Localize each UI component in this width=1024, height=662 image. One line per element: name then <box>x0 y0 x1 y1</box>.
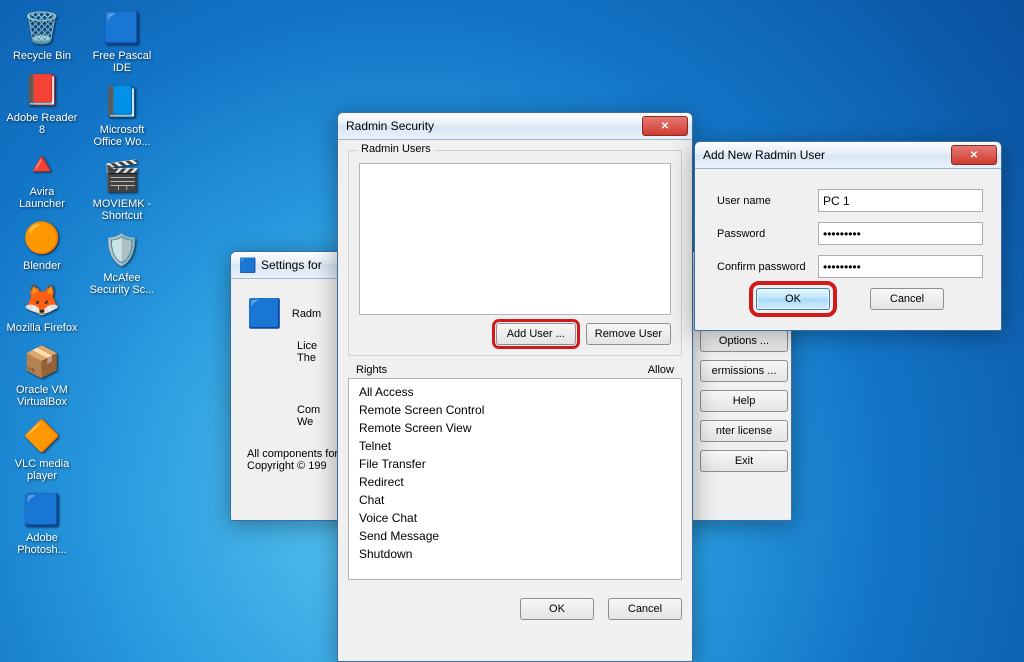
settings-side-buttons: Options ... ermissions ... Help nter licens… <box>700 330 788 472</box>
icon-label: MOVIEMK - Shortcut <box>86 198 158 222</box>
security-ok-row: OK Cancel <box>338 590 692 630</box>
rights-label: Rights <box>356 364 387 376</box>
settings-side-button[interactable]: Help <box>700 390 788 412</box>
add-user-window: Add New Radmin User ✕ User name Password… <box>694 141 1002 331</box>
desktop-icon[interactable]: 🟦Free Pascal IDE <box>86 8 158 74</box>
security-titlebar[interactable]: Radmin Security ✕ <box>338 113 692 140</box>
desktop-icon[interactable]: 🎬MOVIEMK - Shortcut <box>86 156 158 222</box>
desktop-icon[interactable]: 📕Adobe Reader 8 <box>6 70 78 136</box>
settings-side-button[interactable]: Options ... <box>700 330 788 352</box>
settings-side-button[interactable]: Exit <box>700 450 788 472</box>
app-icon: 🗑️ <box>22 8 62 48</box>
desktop-icon[interactable]: 🗑️ Recycle Bin <box>6 8 78 62</box>
radmin-logo-icon: 🟦 <box>247 297 282 330</box>
app-icon: 📦 <box>22 342 62 382</box>
icon-label: VLC media player <box>6 458 78 482</box>
add-user-titlebar[interactable]: Add New Radmin User ✕ <box>695 142 1001 169</box>
confirm-input[interactable] <box>818 255 983 278</box>
desktop-icon[interactable]: 🛡️McAfee Security Sc... <box>86 230 158 296</box>
app-icon: 📘 <box>102 82 142 122</box>
app-icon: 🟦 <box>102 8 142 48</box>
security-cancel-button[interactable]: Cancel <box>608 598 682 620</box>
icon-label: Adobe Photosh... <box>6 532 78 556</box>
icon-label: Blender <box>6 260 78 272</box>
confirm-row: Confirm password <box>717 255 983 278</box>
allow-label: Allow <box>648 364 674 376</box>
settings-app-icon: 🟦 <box>239 257 255 273</box>
rights-item[interactable]: Telnet <box>349 437 681 455</box>
rights-item[interactable]: Remote Screen Control <box>349 401 681 419</box>
desktop-icon[interactable]: 🔺Avira Launcher <box>6 144 78 210</box>
desktop-icon[interactable]: 🟠 Blender <box>6 218 78 272</box>
settings-header: Radm <box>292 308 321 320</box>
icon-label: Oracle VM VirtualBox <box>6 384 78 408</box>
desktop-icon[interactable]: 📘Microsoft Office Wo... <box>86 82 158 148</box>
desktop-icon[interactable]: 🦊 Mozilla Firefox <box>6 280 78 334</box>
rights-item[interactable]: Remote Screen View <box>349 419 681 437</box>
rights-list[interactable]: All AccessRemote Screen ControlRemote Sc… <box>348 378 682 580</box>
icon-label: McAfee Security Sc... <box>86 272 158 296</box>
desktop-icon[interactable]: 📦Oracle VM VirtualBox <box>6 342 78 408</box>
radmin-users-group: Radmin Users Add User ... Remove User <box>348 150 682 356</box>
desktop-icons-col2: 🟦Free Pascal IDE 📘Microsoft Office Wo... 🎬… <box>86 8 158 304</box>
app-icon: 🦊 <box>22 280 62 320</box>
icon-label: Free Pascal IDE <box>86 50 158 74</box>
rights-item[interactable]: File Transfer <box>349 455 681 473</box>
add-user-title: Add New Radmin User <box>703 148 948 162</box>
app-icon: 📕 <box>22 70 62 110</box>
add-user-body: User name Password Confirm password OK C… <box>695 169 1001 320</box>
rights-item[interactable]: Voice Chat <box>349 509 681 527</box>
desktop-icon[interactable]: 🔶VLC media player <box>6 416 78 482</box>
radmin-users-label: Radmin Users <box>357 143 435 155</box>
icon-label: Mozilla Firefox <box>6 322 78 334</box>
icon-label: Recycle Bin <box>6 50 78 62</box>
security-title: Radmin Security <box>346 119 639 133</box>
app-icon: 🟠 <box>22 218 62 258</box>
confirm-label: Confirm password <box>717 261 818 273</box>
icon-label: Adobe Reader 8 <box>6 112 78 136</box>
security-ok-button[interactable]: OK <box>520 598 594 620</box>
desktop-icons-col1: 🗑️ Recycle Bin 📕Adobe Reader 8 🔺Avira Launc… <box>6 8 78 564</box>
app-icon: 🛡️ <box>102 230 142 270</box>
username-input[interactable] <box>818 189 983 212</box>
app-icon: 🟦 <box>22 490 62 530</box>
password-row: Password <box>717 222 983 245</box>
close-icon[interactable]: ✕ <box>951 145 997 165</box>
desktop: 🗑️ Recycle Bin 📕Adobe Reader 8 🔺Avira Launc… <box>0 0 1024 662</box>
users-listbox[interactable] <box>359 163 671 315</box>
security-window: Radmin Security ✕ Radmin Users Add User … <box>337 112 693 662</box>
add-user-cancel-button[interactable]: Cancel <box>870 288 944 310</box>
security-body: Radmin Users Add User ... Remove User Ri… <box>338 140 692 590</box>
rights-header: Rights Allow <box>348 364 682 376</box>
rights-item[interactable]: All Access <box>349 383 681 401</box>
rights-item[interactable]: Shutdown <box>349 545 681 563</box>
app-icon: 🎬 <box>102 156 142 196</box>
icon-label: Avira Launcher <box>6 186 78 210</box>
app-icon: 🔺 <box>22 144 62 184</box>
icon-label: Microsoft Office Wo... <box>86 124 158 148</box>
password-label: Password <box>717 228 818 240</box>
rights-item[interactable]: Chat <box>349 491 681 509</box>
add-user-button[interactable]: Add User ... <box>496 323 576 345</box>
app-icon: 🔶 <box>22 416 62 456</box>
rights-item[interactable]: Send Message <box>349 527 681 545</box>
password-input[interactable] <box>818 222 983 245</box>
settings-side-button[interactable]: nter license <box>700 420 788 442</box>
username-label: User name <box>717 195 818 207</box>
remove-user-button[interactable]: Remove User <box>586 323 671 345</box>
username-row: User name <box>717 189 983 212</box>
close-icon[interactable]: ✕ <box>642 116 688 136</box>
desktop-icon[interactable]: 🟦Adobe Photosh... <box>6 490 78 556</box>
settings-side-button[interactable]: ermissions ... <box>700 360 788 382</box>
add-user-ok-button[interactable]: OK <box>756 288 830 310</box>
rights-item[interactable]: Redirect <box>349 473 681 491</box>
